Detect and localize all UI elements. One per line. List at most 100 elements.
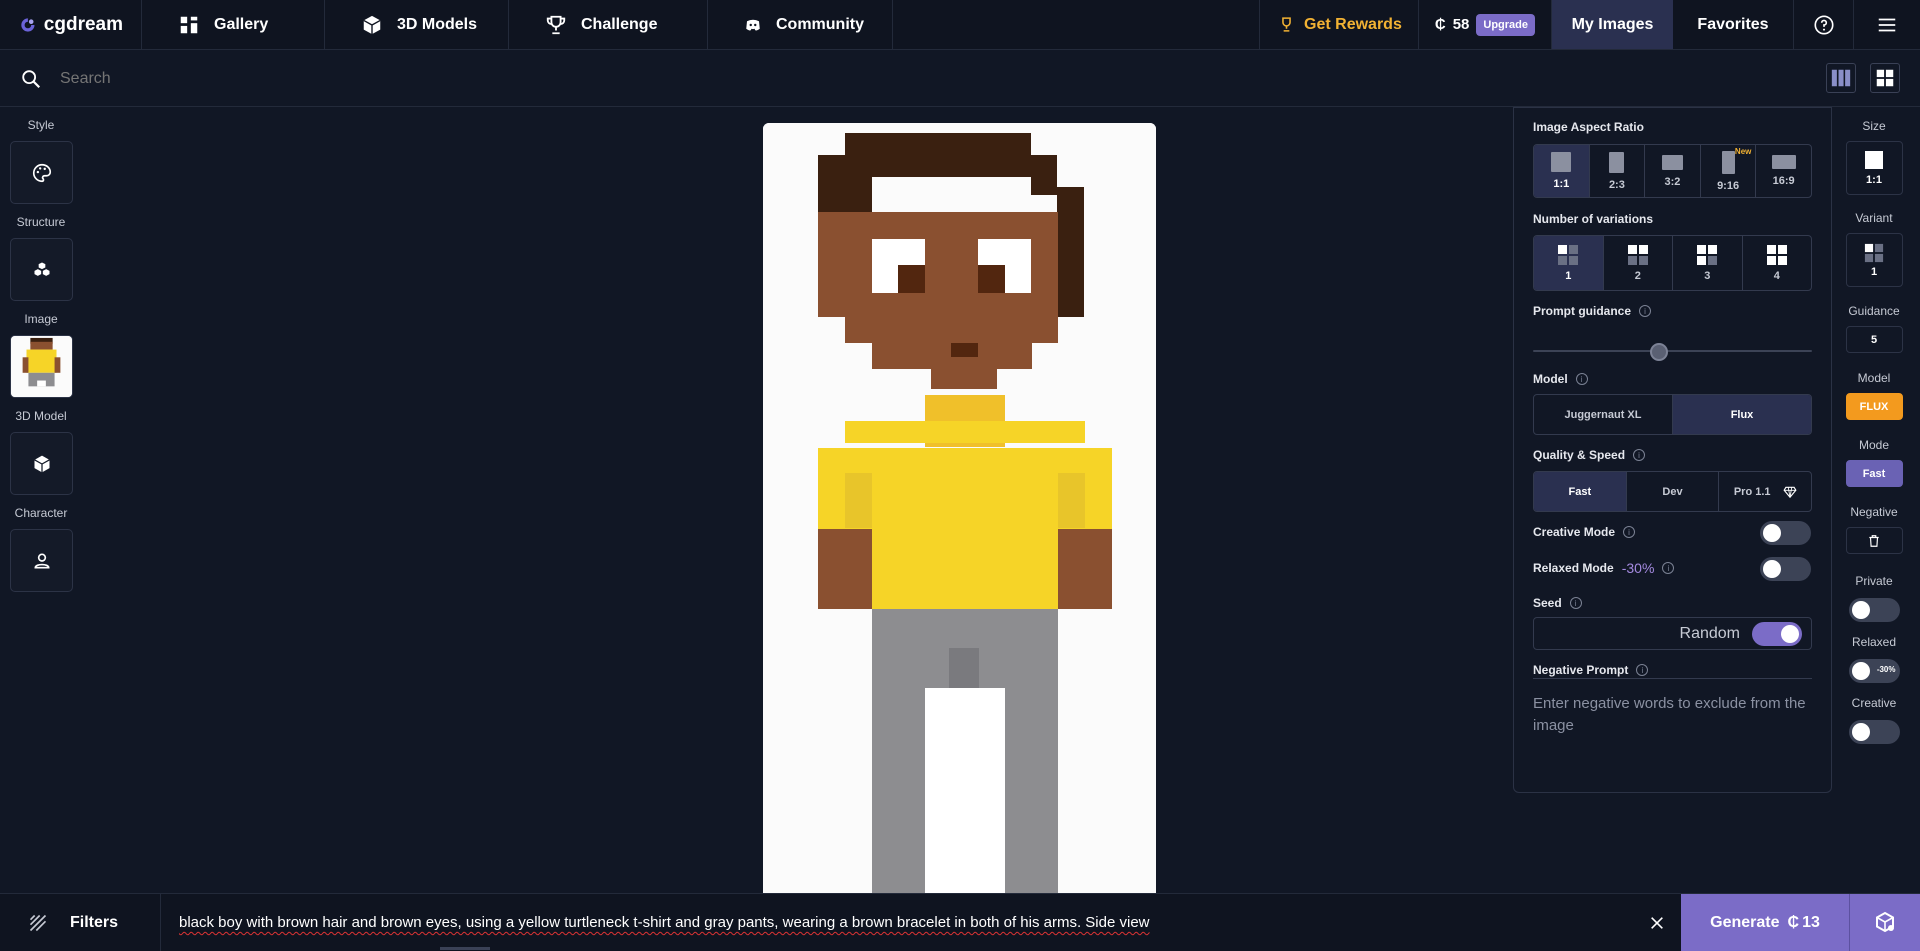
credits-balance[interactable]: ₵ 58 Upgrade	[1419, 0, 1552, 49]
variation-1-icon	[1558, 245, 1579, 265]
quality-option-fast[interactable]: Fast	[1534, 472, 1627, 511]
menu-button[interactable]	[1854, 0, 1920, 49]
aspect-option-9-16-label: 9:16	[1717, 179, 1740, 192]
info-icon[interactable]: i	[1639, 305, 1652, 317]
info-icon[interactable]: i	[1662, 562, 1675, 574]
mini-guidance: Guidance 5	[1844, 304, 1904, 353]
quality-option-dev[interactable]: Dev	[1627, 472, 1720, 511]
seed-field[interactable]: Random	[1533, 617, 1812, 650]
new-badge: New	[1734, 147, 1752, 156]
slider-thumb[interactable]	[1650, 343, 1669, 361]
info-icon[interactable]: i	[1636, 664, 1649, 676]
variation-option-2[interactable]: 2	[1604, 236, 1673, 290]
credits-count: 58	[1452, 16, 1470, 33]
mini-relaxed-toggle[interactable]: -30%	[1848, 659, 1900, 683]
favorites-button[interactable]: Favorites	[1673, 0, 1794, 49]
variation-option-1-label: 1	[1565, 270, 1572, 282]
info-icon[interactable]: i	[1575, 373, 1588, 385]
mini-guidance-button[interactable]: 5	[1845, 326, 1903, 353]
mini-mode-button[interactable]: Fast	[1845, 460, 1903, 487]
nav-community[interactable]: Community	[708, 0, 893, 49]
generate-options-button[interactable]	[1850, 894, 1920, 951]
variation-option-2-label: 2	[1634, 270, 1641, 282]
info-icon[interactable]: i	[1623, 526, 1636, 538]
quality-option-pro[interactable]: Pro 1.1	[1719, 472, 1811, 511]
filters-label: Filters	[70, 913, 119, 931]
cgdream-mark-icon	[1876, 911, 1894, 932]
mini-model: Model FLUX	[1844, 371, 1904, 420]
grid-view-icon	[1876, 69, 1894, 87]
variations-label-text: Number of variations	[1533, 212, 1654, 226]
filters-button[interactable]: Filters	[0, 894, 161, 951]
mini-model-button[interactable]: FLUX	[1845, 393, 1903, 420]
variation-option-4[interactable]: 4	[1743, 236, 1812, 290]
aspect-option-3-2[interactable]: 3:2	[1645, 145, 1701, 197]
mini-size-button[interactable]: 1:1	[1845, 141, 1903, 195]
info-icon[interactable]: i	[1569, 597, 1582, 609]
relaxed-mode-label: Relaxed Mode -30% i	[1533, 560, 1675, 576]
mini-model-label: Model	[1857, 371, 1891, 385]
creative-mode-toggle[interactable]	[1760, 521, 1811, 545]
mini-negative-label: Negative	[1850, 505, 1898, 519]
nav-gallery[interactable]: Gallery	[142, 0, 325, 49]
aspect-option-16-9[interactable]: 16:9	[1756, 145, 1811, 197]
get-rewards-button[interactable]: Get Rewards	[1259, 0, 1419, 49]
search-input[interactable]	[60, 69, 660, 88]
horizontal-scrollbar[interactable]	[440, 947, 490, 950]
aspect-option-9-16[interactable]: New 9:16	[1701, 145, 1757, 197]
image-reference-thumbnail[interactable]	[10, 335, 73, 398]
negative-prompt-label-text: Negative Prompt	[1533, 663, 1629, 677]
prompt-guidance-label: Prompt guidance i	[1533, 304, 1652, 318]
model-option-juggernaut[interactable]: Juggernaut XL	[1534, 395, 1673, 434]
seed-random-toggle[interactable]	[1752, 621, 1802, 646]
mini-relaxed-label: Relaxed	[1851, 635, 1897, 649]
model3d-button[interactable]	[10, 432, 73, 495]
variations-label: Number of variations	[1533, 212, 1653, 226]
columns-view-button[interactable]	[1826, 63, 1856, 93]
upgrade-button[interactable]: Upgrade	[1476, 13, 1535, 36]
structure-button[interactable]	[10, 238, 73, 301]
prompt-input[interactable]: black boy with brown hair and brown eyes…	[161, 894, 1633, 951]
mini-private-toggle[interactable]	[1848, 598, 1900, 622]
grid-view-button[interactable]	[1870, 63, 1900, 93]
character-label: Character	[14, 506, 68, 520]
generated-image[interactable]	[763, 123, 1156, 893]
aspect-option-2-3[interactable]: 2:3	[1590, 145, 1646, 197]
aspect-option-1-1[interactable]: 1:1	[1534, 145, 1590, 197]
prompt-guidance-slider[interactable]	[1533, 341, 1812, 361]
relaxed-mode-toggle[interactable]	[1760, 557, 1811, 581]
mini-size-value: 1:1	[1866, 173, 1882, 186]
variation-option-3[interactable]: 3	[1673, 236, 1743, 290]
model3d-label: 3D Model	[15, 409, 67, 423]
generate-button[interactable]: Generate ₵ 13	[1681, 894, 1850, 951]
trophy-icon	[546, 15, 566, 34]
trash-icon	[1869, 534, 1879, 547]
mini-negative-button[interactable]	[1845, 527, 1903, 554]
mini-creative-toggle[interactable]	[1848, 720, 1900, 744]
prompt-text: black boy with brown hair and brown eyes…	[179, 914, 1150, 931]
character-button[interactable]	[10, 529, 73, 592]
character-thumbnail-image	[11, 336, 72, 397]
nav-challenge-label: Challenge	[581, 15, 658, 33]
discord-icon	[746, 19, 760, 30]
my-images-button[interactable]: My Images	[1552, 0, 1673, 49]
info-icon[interactable]: i	[1633, 449, 1646, 461]
mini-relaxed: Relaxed -30%	[1844, 635, 1904, 683]
brand-logo[interactable]: cgdream	[0, 0, 142, 49]
mini-creative-label: Creative	[1851, 696, 1897, 710]
square-shape-icon	[1551, 152, 1572, 172]
mini-variant-button[interactable]: 1	[1845, 233, 1903, 287]
help-button[interactable]	[1794, 0, 1854, 49]
nav-challenge[interactable]: Challenge	[509, 0, 708, 49]
model-label-text: Model	[1533, 372, 1568, 386]
clear-prompt-button[interactable]	[1633, 894, 1681, 951]
negative-prompt-input[interactable]: Enter negative words to exclude from the…	[1533, 678, 1812, 794]
top-nav: cgdream Gallery 3D Models Challenge Comm…	[0, 0, 1920, 50]
style-button[interactable]	[10, 141, 73, 204]
model-option-flux[interactable]: Flux	[1673, 395, 1811, 434]
variation-option-1[interactable]: 1	[1534, 236, 1604, 290]
nav-community-label: Community	[776, 15, 864, 33]
nav-3d-models[interactable]: 3D Models	[325, 0, 509, 49]
mini-size-label: Size	[1862, 119, 1886, 133]
quality-selector: Fast Dev Pro 1.1	[1533, 471, 1812, 512]
